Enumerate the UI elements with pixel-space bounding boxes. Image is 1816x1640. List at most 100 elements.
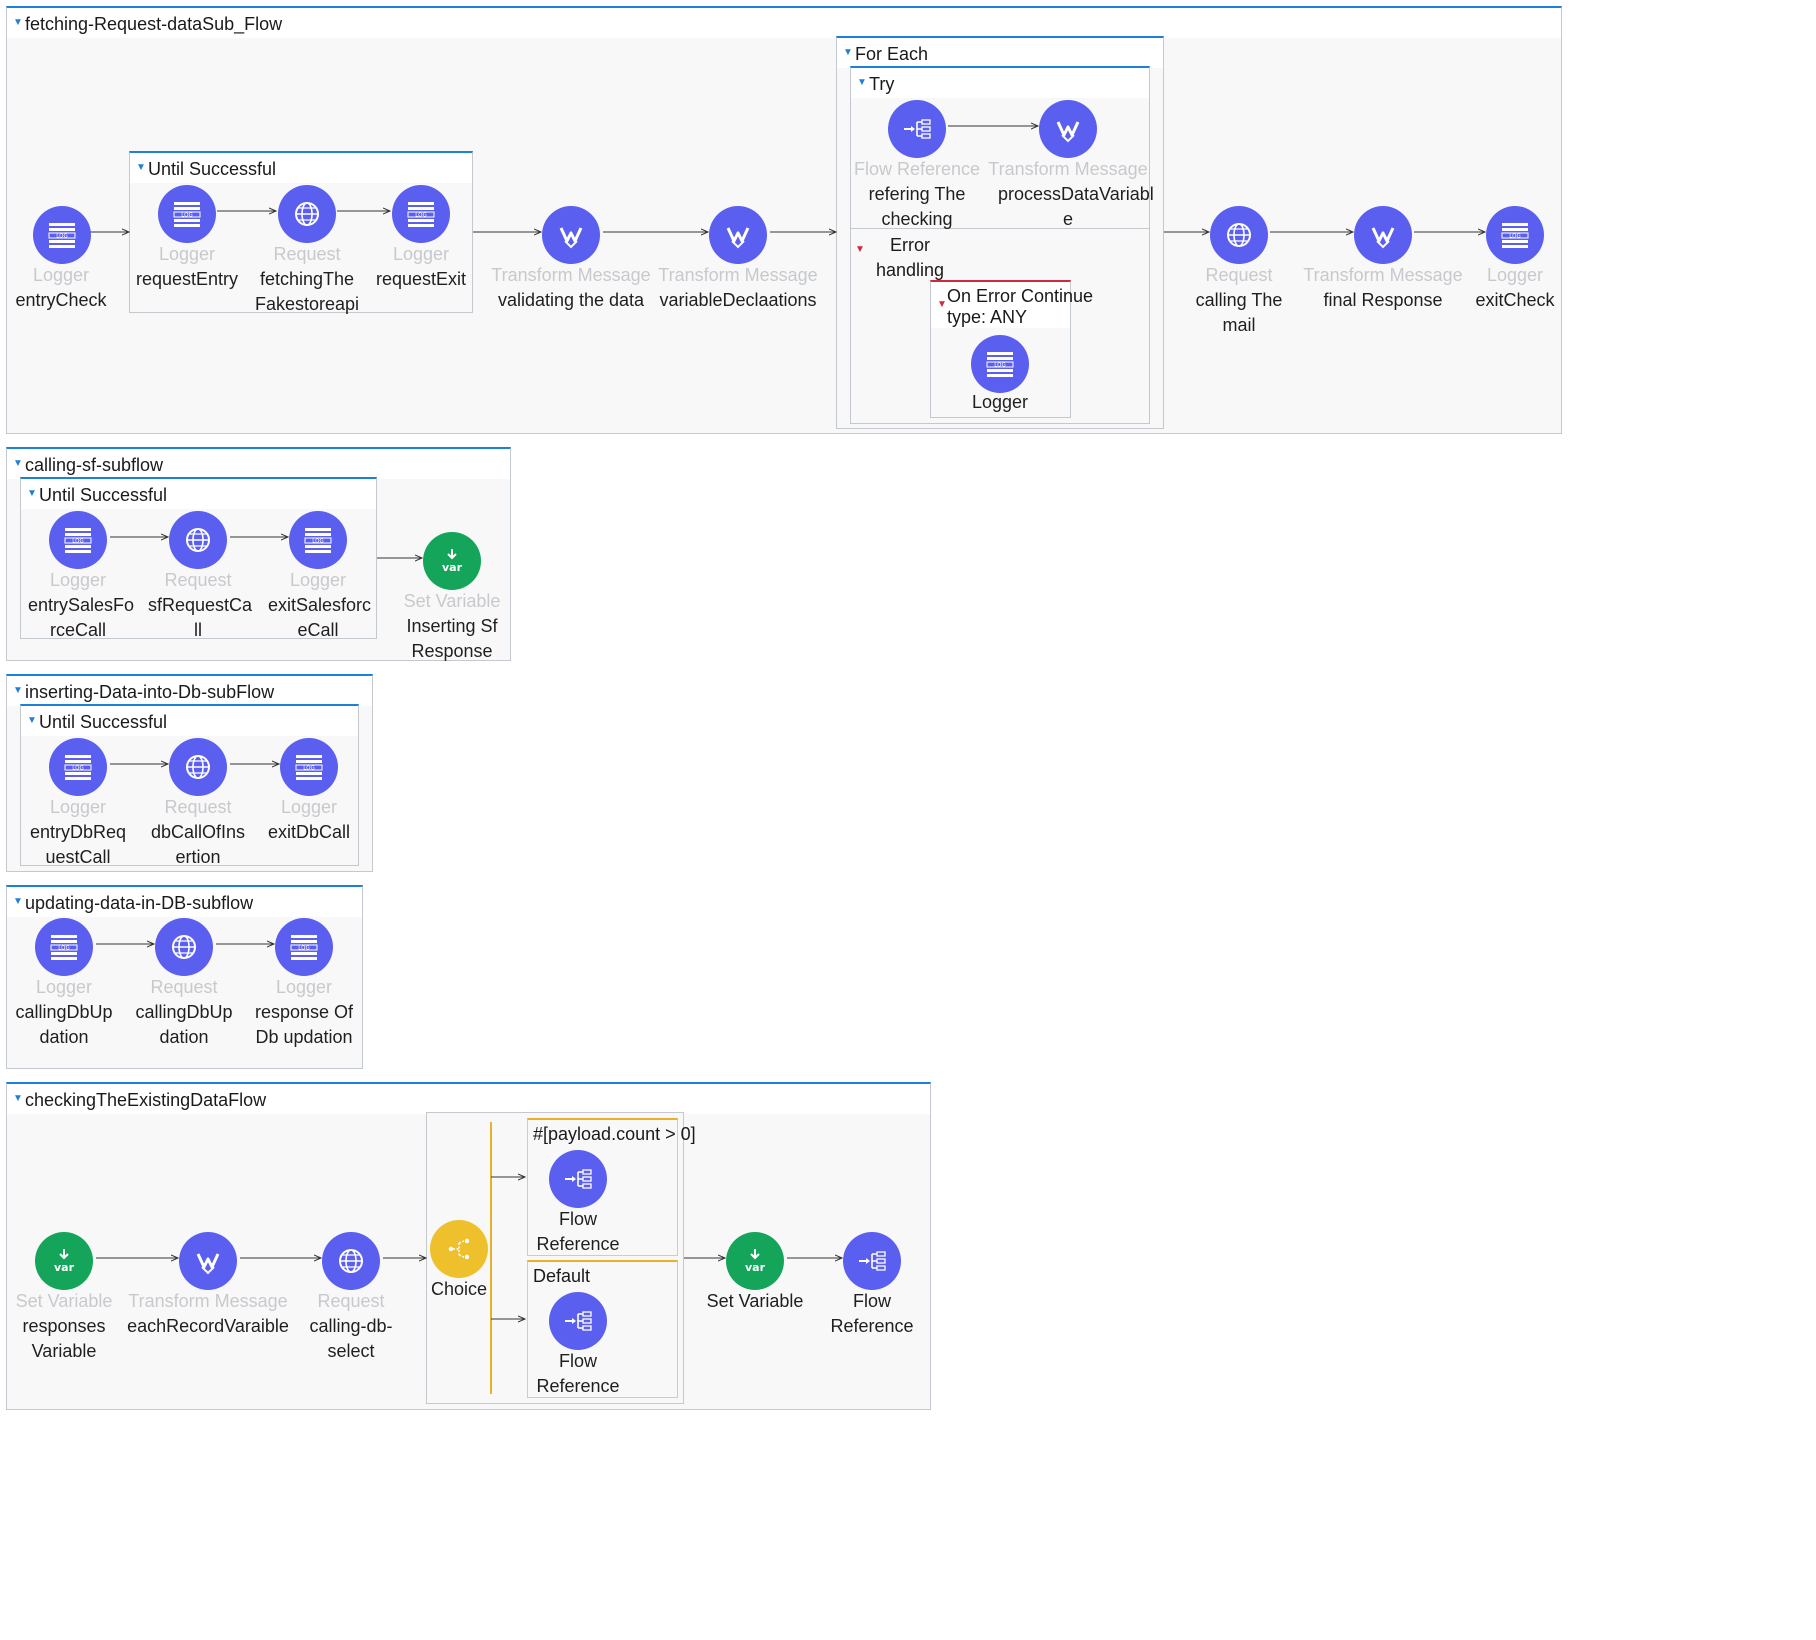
transform-message-node[interactable] <box>1354 206 1412 264</box>
choice-route-line <box>490 1122 492 1394</box>
set-variable-node[interactable]: var <box>35 1232 93 1290</box>
svg-text:LOG: LOG <box>415 212 426 218</box>
svg-text:var: var <box>54 1261 75 1274</box>
request-node[interactable] <box>1210 206 1268 264</box>
node-label: Flow Reference <box>830 1291 914 1336</box>
transform-message-node[interactable] <box>542 206 600 264</box>
on-error-type: type: ANY <box>947 307 1028 327</box>
on-error-title: On Error Continue <box>947 286 1094 306</box>
when-condition: #[payload.count > 0] <box>533 1124 696 1144</box>
logger-node[interactable]: LOG <box>158 185 216 243</box>
logger-node[interactable]: LOG <box>33 206 91 264</box>
transform-message-node[interactable] <box>179 1232 237 1290</box>
logger-node[interactable]: LOG <box>1486 206 1544 264</box>
globe-icon <box>1227 223 1251 247</box>
svg-text:LOG: LOG <box>58 945 69 951</box>
globe-icon <box>186 528 210 552</box>
flow-reference-node[interactable] <box>843 1232 901 1290</box>
log-icon: LOG <box>48 223 76 248</box>
flow-reference-node[interactable] <box>888 100 946 158</box>
scope-header[interactable]: ▼ Until Successful <box>21 706 358 736</box>
canvas: ▼ fetching-Request-dataSub_Flow ▼ Until … <box>0 0 1816 1640</box>
flow-header[interactable]: ▼ fetching-Request-dataSub_Flow <box>7 8 1561 38</box>
request-node[interactable] <box>278 185 336 243</box>
svg-text:LOG: LOG <box>312 538 323 544</box>
error-handling-triangle-icon[interactable]: ▼ <box>855 244 865 256</box>
svg-text:LOG: LOG <box>994 362 1005 368</box>
transform-icon <box>1056 121 1080 143</box>
log-icon: LOG <box>407 202 435 227</box>
flow-header[interactable]: ▼ calling-sf-subflow <box>7 449 510 479</box>
collapse-triangle-icon[interactable]: ▼ <box>27 716 37 726</box>
log-icon: LOG <box>64 755 92 780</box>
flow-ref-icon <box>904 119 931 139</box>
flow-ref-icon <box>859 1251 886 1271</box>
collapse-triangle-icon[interactable]: ▼ <box>857 78 867 88</box>
node-label: Logger requestExit <box>375 244 467 289</box>
transform-message-node[interactable] <box>1039 100 1097 158</box>
node-label: Flow Reference <box>536 1209 620 1254</box>
logger-node[interactable]: LOG <box>35 918 93 976</box>
flow-title: checkingTheExistingDataFlow <box>25 1090 267 1110</box>
globe-icon <box>186 755 210 779</box>
set-variable-node[interactable]: var <box>726 1232 784 1290</box>
node-label: Logger exitDbCall <box>267 797 351 842</box>
node-label: Flow Reference <box>536 1351 620 1396</box>
collapse-triangle-icon[interactable]: ▼ <box>13 18 23 28</box>
var-icon: var <box>745 1249 766 1274</box>
collapse-triangle-icon[interactable]: ▼ <box>937 300 947 310</box>
collapse-triangle-icon[interactable]: ▼ <box>13 1094 23 1104</box>
collapse-triangle-icon[interactable]: ▼ <box>843 48 853 58</box>
svg-text:LOG: LOG <box>298 945 309 951</box>
flow-reference-node[interactable] <box>549 1292 607 1350</box>
collapse-triangle-icon[interactable]: ▼ <box>13 897 23 907</box>
flow-title: fetching-Request-dataSub_Flow <box>25 14 283 34</box>
logger-node[interactable]: LOG <box>289 511 347 569</box>
collapse-triangle-icon[interactable]: ▼ <box>136 163 146 173</box>
scope-header[interactable]: ▼ For Each <box>837 38 1163 68</box>
node-label: Transform Message variableDeclaations <box>658 265 818 310</box>
error-handling-label: Error handling <box>875 235 945 280</box>
collapse-triangle-icon[interactable]: ▼ <box>27 489 37 499</box>
scope-header[interactable]: ▼ Until Successful <box>21 479 376 509</box>
scope-header[interactable]: ▼ Until Successful <box>130 153 472 183</box>
svg-text:LOG: LOG <box>72 538 83 544</box>
logger-node[interactable]: LOG <box>49 738 107 796</box>
flow-header[interactable]: ▼ inserting-Data-into-Db-subFlow <box>7 676 372 706</box>
flow-header[interactable]: ▼ checkingTheExistingDataFlow <box>7 1084 930 1114</box>
globe-icon <box>339 1249 363 1273</box>
logger-node[interactable]: LOG <box>275 918 333 976</box>
log-icon: LOG <box>986 352 1014 377</box>
request-node[interactable] <box>169 738 227 796</box>
var-icon: var <box>54 1249 75 1274</box>
request-node[interactable] <box>155 918 213 976</box>
logger-node[interactable]: LOG <box>971 335 1029 393</box>
scope-header[interactable]: ▼ Try <box>851 68 1149 98</box>
node-label: Set Variable Inserting Sf Response <box>403 591 501 661</box>
transform-icon <box>559 227 583 249</box>
transform-message-node[interactable] <box>709 206 767 264</box>
logger-node[interactable]: LOG <box>280 738 338 796</box>
node-label: Logger <box>971 392 1029 412</box>
logger-node[interactable]: LOG <box>392 185 450 243</box>
globe-icon <box>295 202 319 226</box>
collapse-triangle-icon[interactable]: ▼ <box>13 686 23 696</box>
on-error-header[interactable]: ▼ On Error Continue type: ANY <box>931 282 1093 328</box>
scope-title: Until Successful <box>148 159 277 179</box>
logger-node[interactable]: LOG <box>49 511 107 569</box>
flow-title: updating-data-in-DB-subflow <box>25 893 254 913</box>
choice-icon <box>448 1238 470 1260</box>
flow-reference-node[interactable] <box>549 1150 607 1208</box>
request-node[interactable] <box>322 1232 380 1290</box>
flow-header[interactable]: ▼ updating-data-in-DB-subflow <box>7 887 362 917</box>
var-icon: var <box>442 549 463 574</box>
collapse-triangle-icon[interactable]: ▼ <box>13 459 23 469</box>
svg-text:LOG: LOG <box>181 212 192 218</box>
flow-ref-icon <box>565 1311 592 1331</box>
flow-ref-icon <box>565 1169 592 1189</box>
request-node[interactable] <box>169 511 227 569</box>
set-variable-node[interactable]: var <box>423 532 481 590</box>
log-icon: LOG <box>295 755 323 780</box>
scope-title: For Each <box>855 44 929 64</box>
choice-node[interactable] <box>430 1220 488 1278</box>
